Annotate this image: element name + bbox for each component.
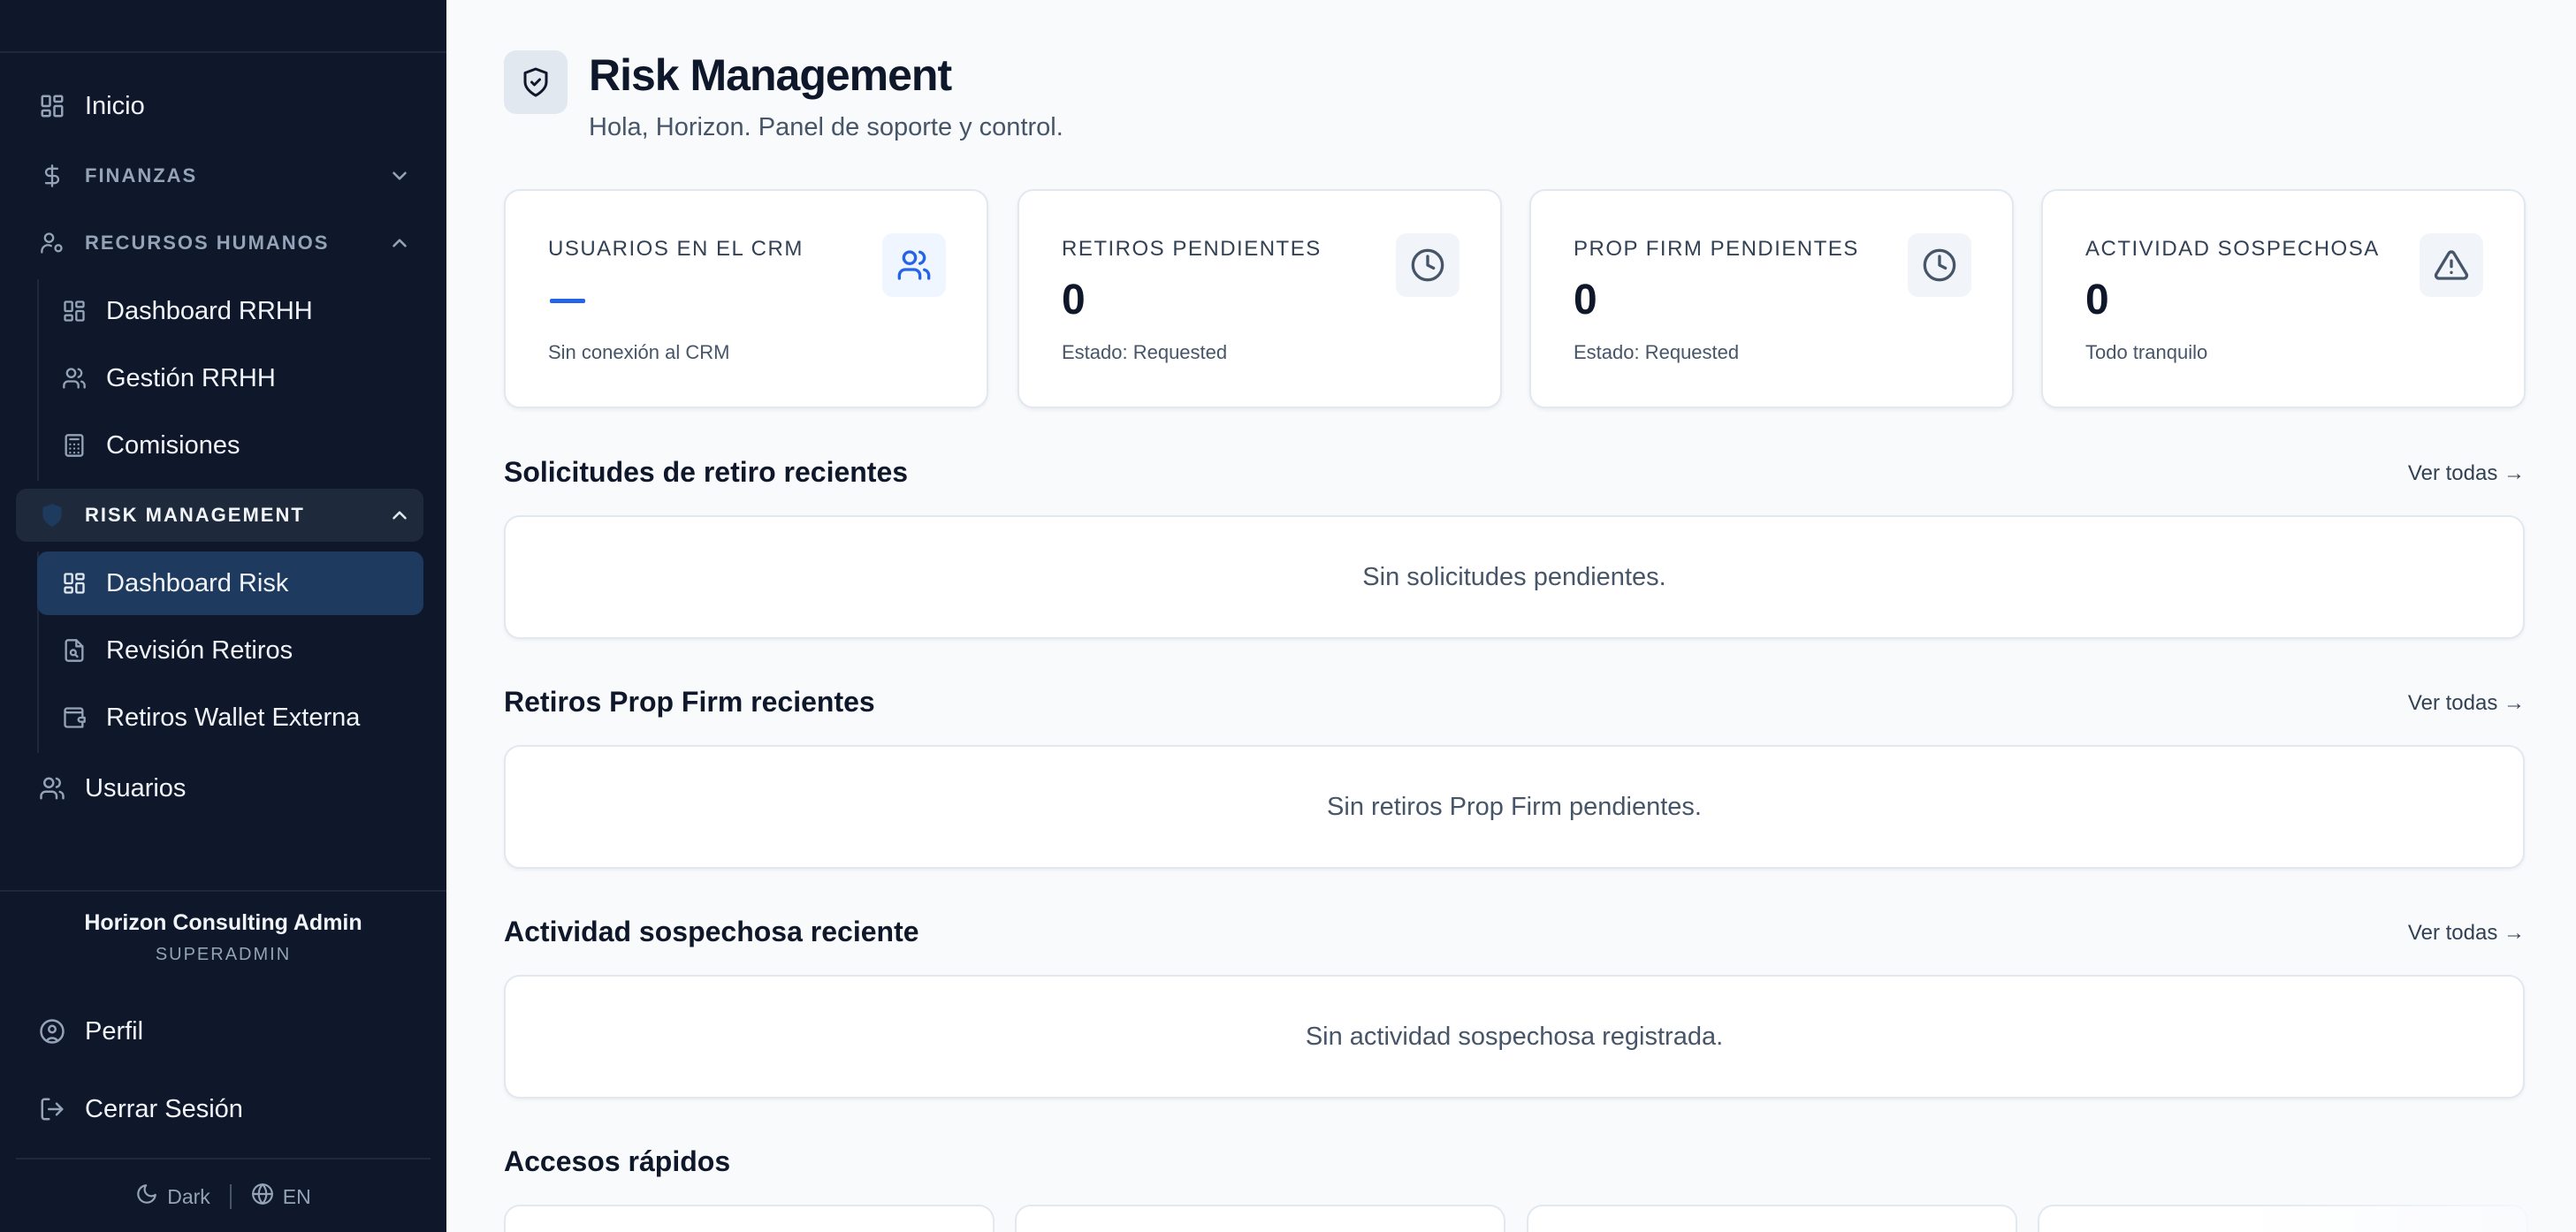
page-title: Risk Management: [589, 50, 952, 100]
sidebar-item-retiros-wallet[interactable]: Retiros Wallet Externa: [37, 686, 423, 749]
stat-value: 0: [1574, 277, 1597, 323]
theme-label: Dark: [167, 1184, 210, 1208]
user-cog-icon: [37, 228, 67, 258]
dashboard-grid-icon: [60, 569, 88, 597]
stat-card-prop-firm-pendientes: PROP FIRM PENDIENTES 0 Estado: Requested: [1529, 189, 2014, 408]
sidebar-divider: [0, 51, 446, 53]
chevron-down-icon: [388, 164, 411, 187]
ver-todas-actividad-link[interactable]: Ver todas →: [2408, 921, 2525, 946]
section-title-actividad: Actividad sospechosa reciente: [504, 916, 919, 947]
scroll-fade: [2240, 1197, 2576, 1232]
alert-triangle-icon: [2420, 233, 2483, 297]
users-icon: [60, 364, 88, 392]
sidebar-item-label: Usuarios: [85, 773, 187, 802]
shield-icon: [37, 500, 67, 530]
chevron-up-icon: [388, 232, 411, 255]
stat-note: Todo tranquilo: [2085, 341, 2208, 363]
moon-icon: [135, 1183, 158, 1211]
ver-todas-prop-firm-link[interactable]: Ver todas →: [2408, 691, 2525, 716]
chevron-up-icon: [388, 504, 411, 527]
logout-icon: [37, 1094, 67, 1124]
stat-label: ACTIVIDAD SOSPECHOSA: [2085, 237, 2380, 261]
sidebar-item-label: Comisiones: [106, 430, 240, 460]
sidebar-item-dashboard-risk[interactable]: Dashboard Risk: [37, 551, 423, 615]
section-title-prop-firm: Retiros Prop Firm recientes: [504, 686, 875, 718]
calculator-icon: [60, 431, 88, 460]
sidebar-section-risk[interactable]: RISK MANAGEMENT: [16, 489, 423, 542]
globe-icon: [251, 1183, 274, 1211]
sidebar-item-revision-retiros[interactable]: Revisión Retiros: [37, 619, 423, 682]
section-label: FINANZAS: [85, 164, 198, 186]
sidebar-item-usuarios[interactable]: Usuarios: [16, 757, 423, 819]
main-content: Risk Management Hola, Horizon. Panel de …: [446, 0, 2576, 1232]
sidebar-item-label: Dashboard RRHH: [106, 296, 313, 325]
users-icon: [882, 233, 946, 297]
sidebar-divider: [0, 890, 446, 892]
dashboard-grid-icon: [37, 91, 67, 121]
file-search-icon: [60, 636, 88, 665]
stat-card-actividad-sospechosa: ACTIVIDAD SOSPECHOSA 0 Todo tranquilo: [2041, 189, 2526, 408]
stat-value: 0: [1062, 277, 1086, 323]
sidebar-section-rrhh[interactable]: RECURSOS HUMANOS: [16, 217, 423, 270]
empty-state-prop-firm: Sin retiros Prop Firm pendientes.: [504, 745, 2525, 869]
stat-value: 0: [2085, 277, 2109, 323]
sidebar-item-dashboard-rrhh[interactable]: Dashboard RRHH: [37, 279, 423, 343]
quick-access-card[interactable]: [1527, 1205, 2017, 1232]
shield-check-icon: [504, 50, 568, 114]
stat-label: USUARIOS EN EL CRM: [548, 237, 804, 261]
section-title-retiros: Solicitudes de retiro recientes: [504, 456, 909, 488]
ver-todas-retiros-link[interactable]: Ver todas →: [2408, 461, 2525, 486]
stat-note: Estado: Requested: [1062, 341, 1228, 363]
language-toggle-button[interactable]: EN: [251, 1183, 311, 1211]
wallet-icon: [60, 703, 88, 732]
user-role: SUPERADMIN: [155, 945, 292, 964]
empty-state-actividad: Sin actividad sospechosa registrada.: [504, 975, 2525, 1099]
clock-icon: [1908, 233, 1971, 297]
stat-note: Estado: Requested: [1574, 341, 1740, 363]
footer-separator: [229, 1184, 232, 1209]
sidebar: Inicio FINANZAS RECURSOS HUMANOS Dashboa…: [0, 0, 446, 1232]
sidebar-item-label: Revisión Retiros: [106, 635, 293, 665]
section-title-accesos-rapidos: Accesos rápidos: [504, 1145, 731, 1177]
users-icon: [37, 773, 67, 803]
theme-toggle-button[interactable]: Dark: [135, 1183, 210, 1211]
sidebar-item-label: Perfil: [85, 1016, 144, 1046]
dashboard-grid-icon: [60, 297, 88, 325]
sidebar-item-label: Dashboard Risk: [106, 568, 289, 597]
sidebar-item-label: Gestión RRHH: [106, 363, 276, 392]
empty-state-retiros: Sin solicitudes pendientes.: [504, 515, 2525, 639]
stat-empty-value: [550, 299, 585, 303]
sidebar-item-label: Cerrar Sesión: [85, 1094, 243, 1123]
sidebar-divider: [16, 1158, 431, 1160]
section-label: RECURSOS HUMANOS: [85, 232, 330, 254]
sidebar-item-inicio[interactable]: Inicio: [16, 75, 423, 137]
dollar-icon: [37, 161, 67, 191]
sidebar-item-comisiones[interactable]: Comisiones: [37, 414, 423, 477]
user-circle-icon: [37, 1016, 67, 1046]
stat-card-usuarios-crm: USUARIOS EN EL CRM Sin conexión al CRM: [504, 189, 988, 408]
language-label: EN: [282, 1184, 311, 1208]
user-info: Horizon Consulting Admin SUPERADMIN: [0, 910, 446, 965]
sidebar-item-label: Inicio: [85, 91, 145, 120]
sidebar-footer: Dark EN: [0, 1175, 446, 1218]
sidebar-item-label: Retiros Wallet Externa: [106, 703, 361, 732]
user-name: Horizon Consulting Admin: [84, 910, 362, 935]
sidebar-section-finanzas[interactable]: FINANZAS: [16, 149, 423, 202]
stat-label: RETIROS PENDIENTES: [1062, 237, 1322, 261]
clock-icon: [1396, 233, 1459, 297]
logout-button[interactable]: Cerrar Sesión: [16, 1078, 423, 1140]
page-subtitle: Hola, Horizon. Panel de soporte y contro…: [589, 113, 1063, 141]
stat-label: PROP FIRM PENDIENTES: [1574, 237, 1859, 261]
stat-card-retiros-pendientes: RETIROS PENDIENTES 0 Estado: Requested: [1017, 189, 1502, 408]
sidebar-item-perfil[interactable]: Perfil: [16, 1000, 423, 1062]
quick-access-card[interactable]: [504, 1205, 995, 1232]
quick-access-card[interactable]: [1015, 1205, 1505, 1232]
section-label: RISK MANAGEMENT: [85, 504, 305, 526]
sidebar-item-gestion-rrhh[interactable]: Gestión RRHH: [37, 346, 423, 410]
stat-note: Sin conexión al CRM: [548, 341, 730, 363]
